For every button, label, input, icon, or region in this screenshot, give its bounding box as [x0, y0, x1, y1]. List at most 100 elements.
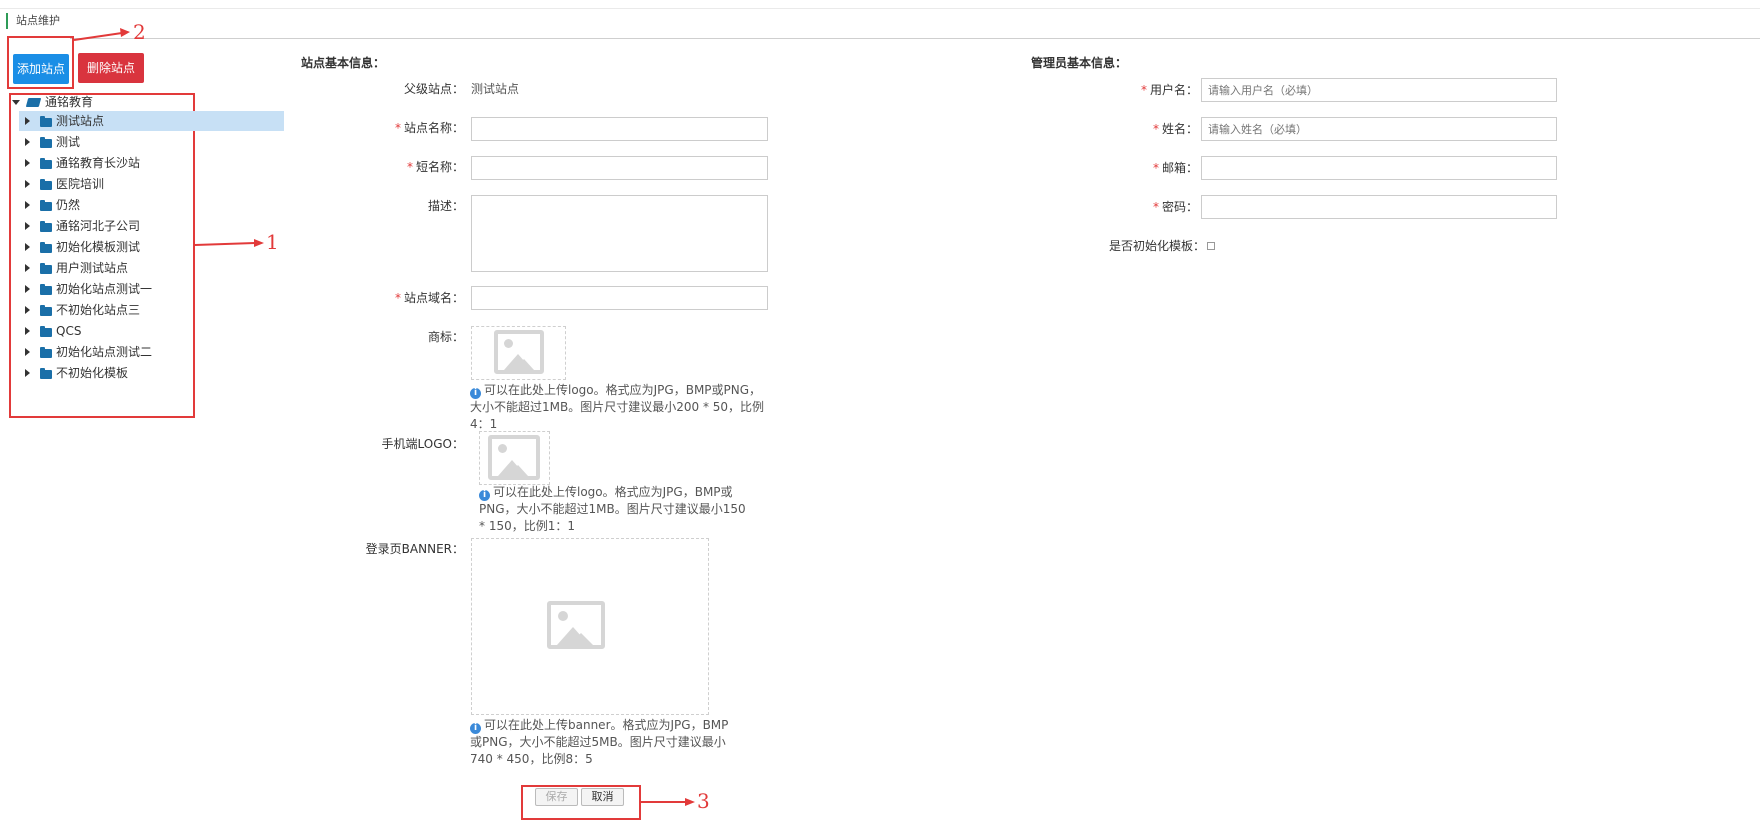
short-name-input[interactable]: [471, 156, 768, 180]
tree-item-label: 用户测试站点: [56, 261, 129, 275]
parent-site-value: 测试站点: [471, 82, 520, 96]
expand-arrow-icon[interactable]: [25, 348, 30, 356]
tree-item[interactable]: 初始化站点测试二: [19, 342, 284, 362]
logo-upload[interactable]: [471, 326, 566, 380]
collapse-arrow-icon[interactable]: [12, 100, 20, 105]
expand-arrow-icon[interactable]: [25, 306, 30, 314]
tree-item-label: 仍然: [56, 198, 81, 212]
tree-item[interactable]: 初始化站点测试一: [19, 279, 284, 299]
expand-arrow-icon[interactable]: [25, 201, 30, 209]
annotation-label-2: 2: [133, 20, 146, 44]
folder-icon: [40, 284, 52, 295]
site-name-label: * 站点名称：: [360, 119, 464, 136]
image-mountain-shape: [569, 633, 593, 645]
admin-info-section-title: 管理员基本信息：: [1031, 56, 1128, 70]
image-sun-shape: [504, 339, 513, 348]
short-name-label-text: 短名称：: [415, 160, 464, 174]
tree-item[interactable]: 不初始化模板: [19, 363, 284, 383]
folder-icon: [40, 347, 52, 358]
email-label: * 邮箱：: [1090, 159, 1198, 176]
password-label-text: 密码：: [1161, 200, 1198, 214]
tree-root[interactable]: 通铭教育: [12, 93, 272, 111]
tree-item[interactable]: 测试站点: [19, 111, 284, 131]
info-icon: i: [479, 490, 490, 501]
expand-arrow-icon[interactable]: [25, 285, 30, 293]
description-label: 描述：: [427, 199, 464, 213]
short-name-label: * 短名称：: [360, 158, 464, 175]
tree-item-label: 测试: [56, 135, 81, 149]
image-sun-shape: [498, 444, 507, 453]
site-info-section-title: 站点基本信息：: [301, 56, 386, 70]
folder-icon: [40, 137, 52, 148]
expand-arrow-icon[interactable]: [25, 327, 30, 335]
expand-arrow-icon[interactable]: [25, 159, 30, 167]
tree-item[interactable]: 仍然: [19, 195, 284, 215]
tree-item[interactable]: QCS: [19, 321, 284, 341]
tree-item-label: 不初始化模板: [56, 366, 129, 380]
password-label: * 密码：: [1090, 198, 1198, 215]
tree-item-label: 通铭教育长沙站: [56, 156, 141, 170]
logo-label: 商标：: [427, 330, 464, 344]
tree-item-label: 医院培训: [56, 177, 105, 191]
init-template-checkbox[interactable]: [1207, 242, 1215, 250]
required-marker: *: [1152, 161, 1159, 175]
expand-arrow-icon[interactable]: [25, 180, 30, 188]
expand-arrow-icon[interactable]: [25, 243, 30, 251]
tree-item[interactable]: 通铭教育长沙站: [19, 153, 284, 173]
tree-item-label: QCS: [56, 324, 82, 338]
site-domain-input[interactable]: [471, 286, 768, 310]
username-label-text: 用户名：: [1149, 83, 1198, 97]
annotation-label-3: 3: [697, 789, 710, 813]
mobile-logo-upload[interactable]: [479, 431, 550, 485]
username-input[interactable]: [1201, 78, 1557, 102]
tree-item[interactable]: 医院培训: [19, 174, 284, 194]
expand-arrow-icon[interactable]: [25, 138, 30, 146]
realname-label-text: 姓名：: [1161, 122, 1198, 136]
folder-icon: [40, 326, 52, 337]
tree-item[interactable]: 通铭河北子公司: [19, 216, 284, 236]
password-input[interactable]: [1201, 195, 1557, 219]
folder-icon: [40, 200, 52, 211]
init-template-label: 是否初始化模板：: [1108, 239, 1205, 253]
image-placeholder-icon: [488, 435, 540, 480]
image-mountain-shape: [514, 359, 534, 370]
expand-arrow-icon[interactable]: [25, 369, 30, 377]
tree-item[interactable]: 不初始化站点三: [19, 300, 284, 320]
required-marker: *: [1152, 200, 1159, 214]
info-icon: i: [470, 388, 481, 399]
folder-icon: [40, 179, 52, 190]
info-icon: i: [470, 723, 481, 734]
banner-label: 登录页BANNER：: [365, 542, 464, 556]
image-sun-shape: [558, 611, 568, 621]
tree-item[interactable]: 测试: [19, 132, 284, 152]
required-marker: *: [394, 291, 401, 305]
folder-icon: [40, 368, 52, 379]
folder-icon: [40, 305, 52, 316]
expand-arrow-icon[interactable]: [25, 222, 30, 230]
folder-icon: [40, 221, 52, 232]
required-marker: *: [406, 160, 413, 174]
realname-input[interactable]: [1201, 117, 1557, 141]
email-input[interactable]: [1201, 156, 1557, 180]
site-domain-label: * 站点域名：: [360, 289, 464, 306]
username-label: * 用户名：: [1090, 81, 1198, 98]
tree-item-label: 通铭河北子公司: [56, 219, 141, 233]
tree-item-label: 测试站点: [56, 114, 105, 128]
tree-item-label: 初始化站点测试一: [56, 282, 153, 296]
cancel-button[interactable]: 取消: [581, 788, 624, 806]
tree-item[interactable]: 用户测试站点: [19, 258, 284, 278]
email-label-text: 邮箱：: [1161, 161, 1198, 175]
expand-arrow-icon[interactable]: [25, 117, 30, 125]
image-placeholder-icon: [547, 601, 605, 649]
folder-icon: [40, 158, 52, 169]
banner-upload[interactable]: [471, 538, 709, 715]
site-name-label-text: 站点名称：: [403, 121, 464, 135]
tree-item[interactable]: 初始化模板测试: [19, 237, 284, 257]
save-button[interactable]: 保存: [535, 788, 578, 806]
mobile-logo-hint: i 可以在此处上传logo。格式应为JPG，BMP或PNG，大小不能超过1MB。图…: [479, 484, 754, 535]
expand-arrow-icon[interactable]: [25, 264, 30, 272]
tree-item-label: 初始化站点测试二: [56, 345, 153, 359]
description-textarea[interactable]: [471, 195, 768, 272]
site-name-input[interactable]: [471, 117, 768, 141]
annotation-arrowhead-2: [120, 28, 130, 37]
